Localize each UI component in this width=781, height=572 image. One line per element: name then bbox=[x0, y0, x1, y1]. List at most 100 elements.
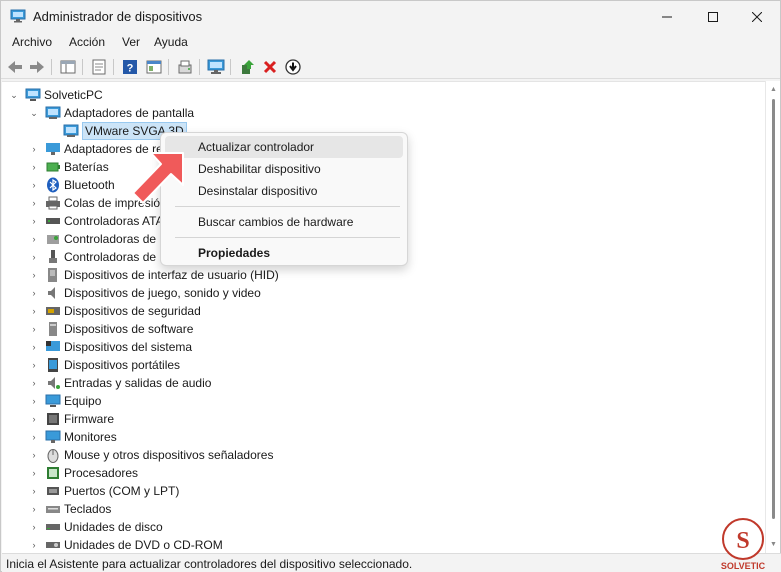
toolbar: ? bbox=[1, 55, 780, 79]
tree-item-computer[interactable]: › Equipo bbox=[28, 392, 102, 410]
tree-item-keyboards[interactable]: › Teclados bbox=[28, 500, 112, 518]
maximize-button[interactable] bbox=[690, 1, 736, 32]
document-icon bbox=[92, 59, 106, 75]
chevron-right-icon[interactable]: › bbox=[28, 413, 40, 425]
tree-item-sound[interactable]: › Dispositivos de juego, sonido y video bbox=[28, 284, 261, 302]
forward-button[interactable] bbox=[28, 58, 46, 76]
chevron-right-icon[interactable]: › bbox=[28, 467, 40, 479]
chevron-right-icon[interactable]: › bbox=[28, 341, 40, 353]
hid-icon bbox=[45, 267, 61, 283]
chevron-right-icon[interactable]: › bbox=[28, 269, 40, 281]
disable-toolbar-button[interactable] bbox=[284, 58, 302, 76]
scroll-up-arrow-icon[interactable]: ▲ bbox=[770, 86, 777, 93]
chevron-right-icon[interactable]: › bbox=[28, 233, 40, 245]
display-adapter-icon bbox=[45, 105, 61, 121]
category-label: Entradas y salidas de audio bbox=[64, 376, 212, 390]
chevron-right-icon[interactable]: › bbox=[28, 503, 40, 515]
tree-item-batteries[interactable]: › Baterías bbox=[28, 158, 109, 176]
chevron-right-icon[interactable]: › bbox=[28, 179, 40, 191]
chevron-right-icon[interactable]: › bbox=[28, 287, 40, 299]
context-scan-hardware[interactable]: Buscar cambios de hardware bbox=[165, 211, 403, 233]
context-disable-device[interactable]: Deshabilitar dispositivo bbox=[165, 158, 403, 180]
category-label: Monitores bbox=[64, 430, 117, 444]
category-label: Controladoras ATA bbox=[64, 214, 164, 228]
chevron-right-icon[interactable]: › bbox=[28, 143, 40, 155]
category-label: Teclados bbox=[64, 502, 112, 516]
category-label: Unidades de DVD o CD-ROM bbox=[64, 538, 223, 552]
context-update-driver[interactable]: Actualizar controlador bbox=[165, 136, 403, 158]
firmware-icon bbox=[45, 411, 61, 427]
context-uninstall-device[interactable]: Desinstalar dispositivo bbox=[165, 180, 403, 202]
chevron-right-icon[interactable]: › bbox=[28, 305, 40, 317]
speaker-icon bbox=[45, 285, 61, 301]
scrollbar-thumb[interactable] bbox=[772, 99, 775, 519]
category-label: Procesadores bbox=[64, 466, 139, 480]
tree-item-portable[interactable]: › Dispositivos portátiles bbox=[28, 356, 180, 374]
disable-icon bbox=[285, 59, 301, 75]
menu-accion[interactable]: Acción bbox=[67, 35, 107, 49]
minimize-button[interactable] bbox=[644, 1, 690, 32]
chevron-right-icon[interactable]: › bbox=[28, 539, 40, 551]
root-label: SolveticPC bbox=[44, 88, 103, 102]
status-text: Inicia el Asistente para actualizar cont… bbox=[6, 557, 413, 571]
chevron-right-icon[interactable]: › bbox=[28, 251, 40, 263]
chevron-right-icon[interactable]: › bbox=[28, 395, 40, 407]
chevron-right-icon[interactable]: › bbox=[28, 449, 40, 461]
chevron-right-icon[interactable]: › bbox=[28, 359, 40, 371]
menu-ver[interactable]: Ver bbox=[120, 35, 142, 49]
tree-item-system[interactable]: › Dispositivos del sistema bbox=[28, 338, 193, 356]
help-button[interactable]: ? bbox=[121, 58, 139, 76]
category-label: Firmware bbox=[64, 412, 114, 426]
properties-button[interactable] bbox=[90, 58, 108, 76]
chevron-right-icon[interactable]: › bbox=[28, 377, 40, 389]
scan-hardware-button[interactable] bbox=[176, 58, 194, 76]
tree-item-dvd-drives[interactable]: › Unidades de DVD o CD-ROM bbox=[28, 536, 223, 553]
add-legacy-hardware-button[interactable] bbox=[207, 58, 225, 76]
tree-item-audio-io[interactable]: › Entradas y salidas de audio bbox=[28, 374, 212, 392]
back-button[interactable] bbox=[6, 58, 24, 76]
computer-icon bbox=[45, 393, 61, 409]
chevron-right-icon[interactable]: › bbox=[28, 215, 40, 227]
chevron-right-icon[interactable]: › bbox=[28, 323, 40, 335]
update-driver-toolbar-button[interactable] bbox=[238, 58, 256, 76]
tree-item-ports[interactable]: › Puertos (COM y LPT) bbox=[28, 482, 180, 500]
tree-item-hid[interactable]: › Dispositivos de interfaz de usuario (H… bbox=[28, 266, 279, 284]
close-button[interactable] bbox=[734, 1, 780, 32]
tree-item-display-adapters[interactable]: ⌄ Adaptadores de pantalla bbox=[28, 104, 194, 122]
chevron-down-icon[interactable]: ⌄ bbox=[28, 107, 40, 119]
view-button[interactable] bbox=[145, 58, 163, 76]
tree-item-software[interactable]: › Dispositivos de software bbox=[28, 320, 193, 338]
context-properties[interactable]: Propiedades bbox=[165, 242, 403, 264]
chevron-right-icon[interactable]: › bbox=[28, 521, 40, 533]
tree-item-controllers-2[interactable]: › Controladoras de bbox=[28, 248, 156, 266]
category-label: Mouse y otros dispositivos señaladores bbox=[64, 448, 274, 462]
tree-item-monitors[interactable]: › Monitores bbox=[28, 428, 117, 446]
tree-item-disk-drives[interactable]: › Unidades de disco bbox=[28, 518, 163, 536]
battery-icon bbox=[45, 159, 61, 175]
tree-item-controllers-1[interactable]: › Controladoras de bbox=[28, 230, 157, 248]
context-separator bbox=[175, 206, 400, 207]
menu-ayuda[interactable]: Ayuda bbox=[152, 35, 190, 49]
chevron-right-icon[interactable]: › bbox=[28, 197, 40, 209]
tree-item-processors[interactable]: › Procesadores bbox=[28, 464, 139, 482]
tree-item-security[interactable]: › Dispositivos de seguridad bbox=[28, 302, 201, 320]
uninstall-toolbar-button[interactable] bbox=[261, 58, 279, 76]
tree-item-ata-controllers[interactable]: › Controladoras ATA bbox=[28, 212, 164, 230]
tree-item-bluetooth[interactable]: › Bluetooth bbox=[28, 176, 115, 194]
tree-item-mouse[interactable]: › Mouse y otros dispositivos señaladores bbox=[28, 446, 273, 464]
vertical-scrollbar[interactable]: ▲ ▼ bbox=[765, 81, 780, 553]
display-adapter-icon bbox=[63, 123, 79, 139]
chevron-right-icon[interactable]: › bbox=[28, 161, 40, 173]
bluetooth-icon bbox=[45, 177, 61, 193]
tree-item-firmware[interactable]: › Firmware bbox=[28, 410, 115, 428]
show-hide-console-tree-button[interactable] bbox=[59, 58, 77, 76]
chevron-right-icon[interactable]: › bbox=[28, 485, 40, 497]
chevron-down-icon[interactable]: ⌄ bbox=[8, 89, 20, 101]
category-label: Unidades de disco bbox=[64, 520, 163, 534]
tree-root[interactable]: ⌄ SolveticPC bbox=[8, 86, 103, 104]
chevron-right-icon[interactable]: › bbox=[28, 431, 40, 443]
port-icon bbox=[45, 483, 61, 499]
maximize-icon bbox=[708, 11, 718, 22]
monitor-icon bbox=[45, 429, 61, 445]
menu-archivo[interactable]: Archivo bbox=[10, 35, 54, 49]
